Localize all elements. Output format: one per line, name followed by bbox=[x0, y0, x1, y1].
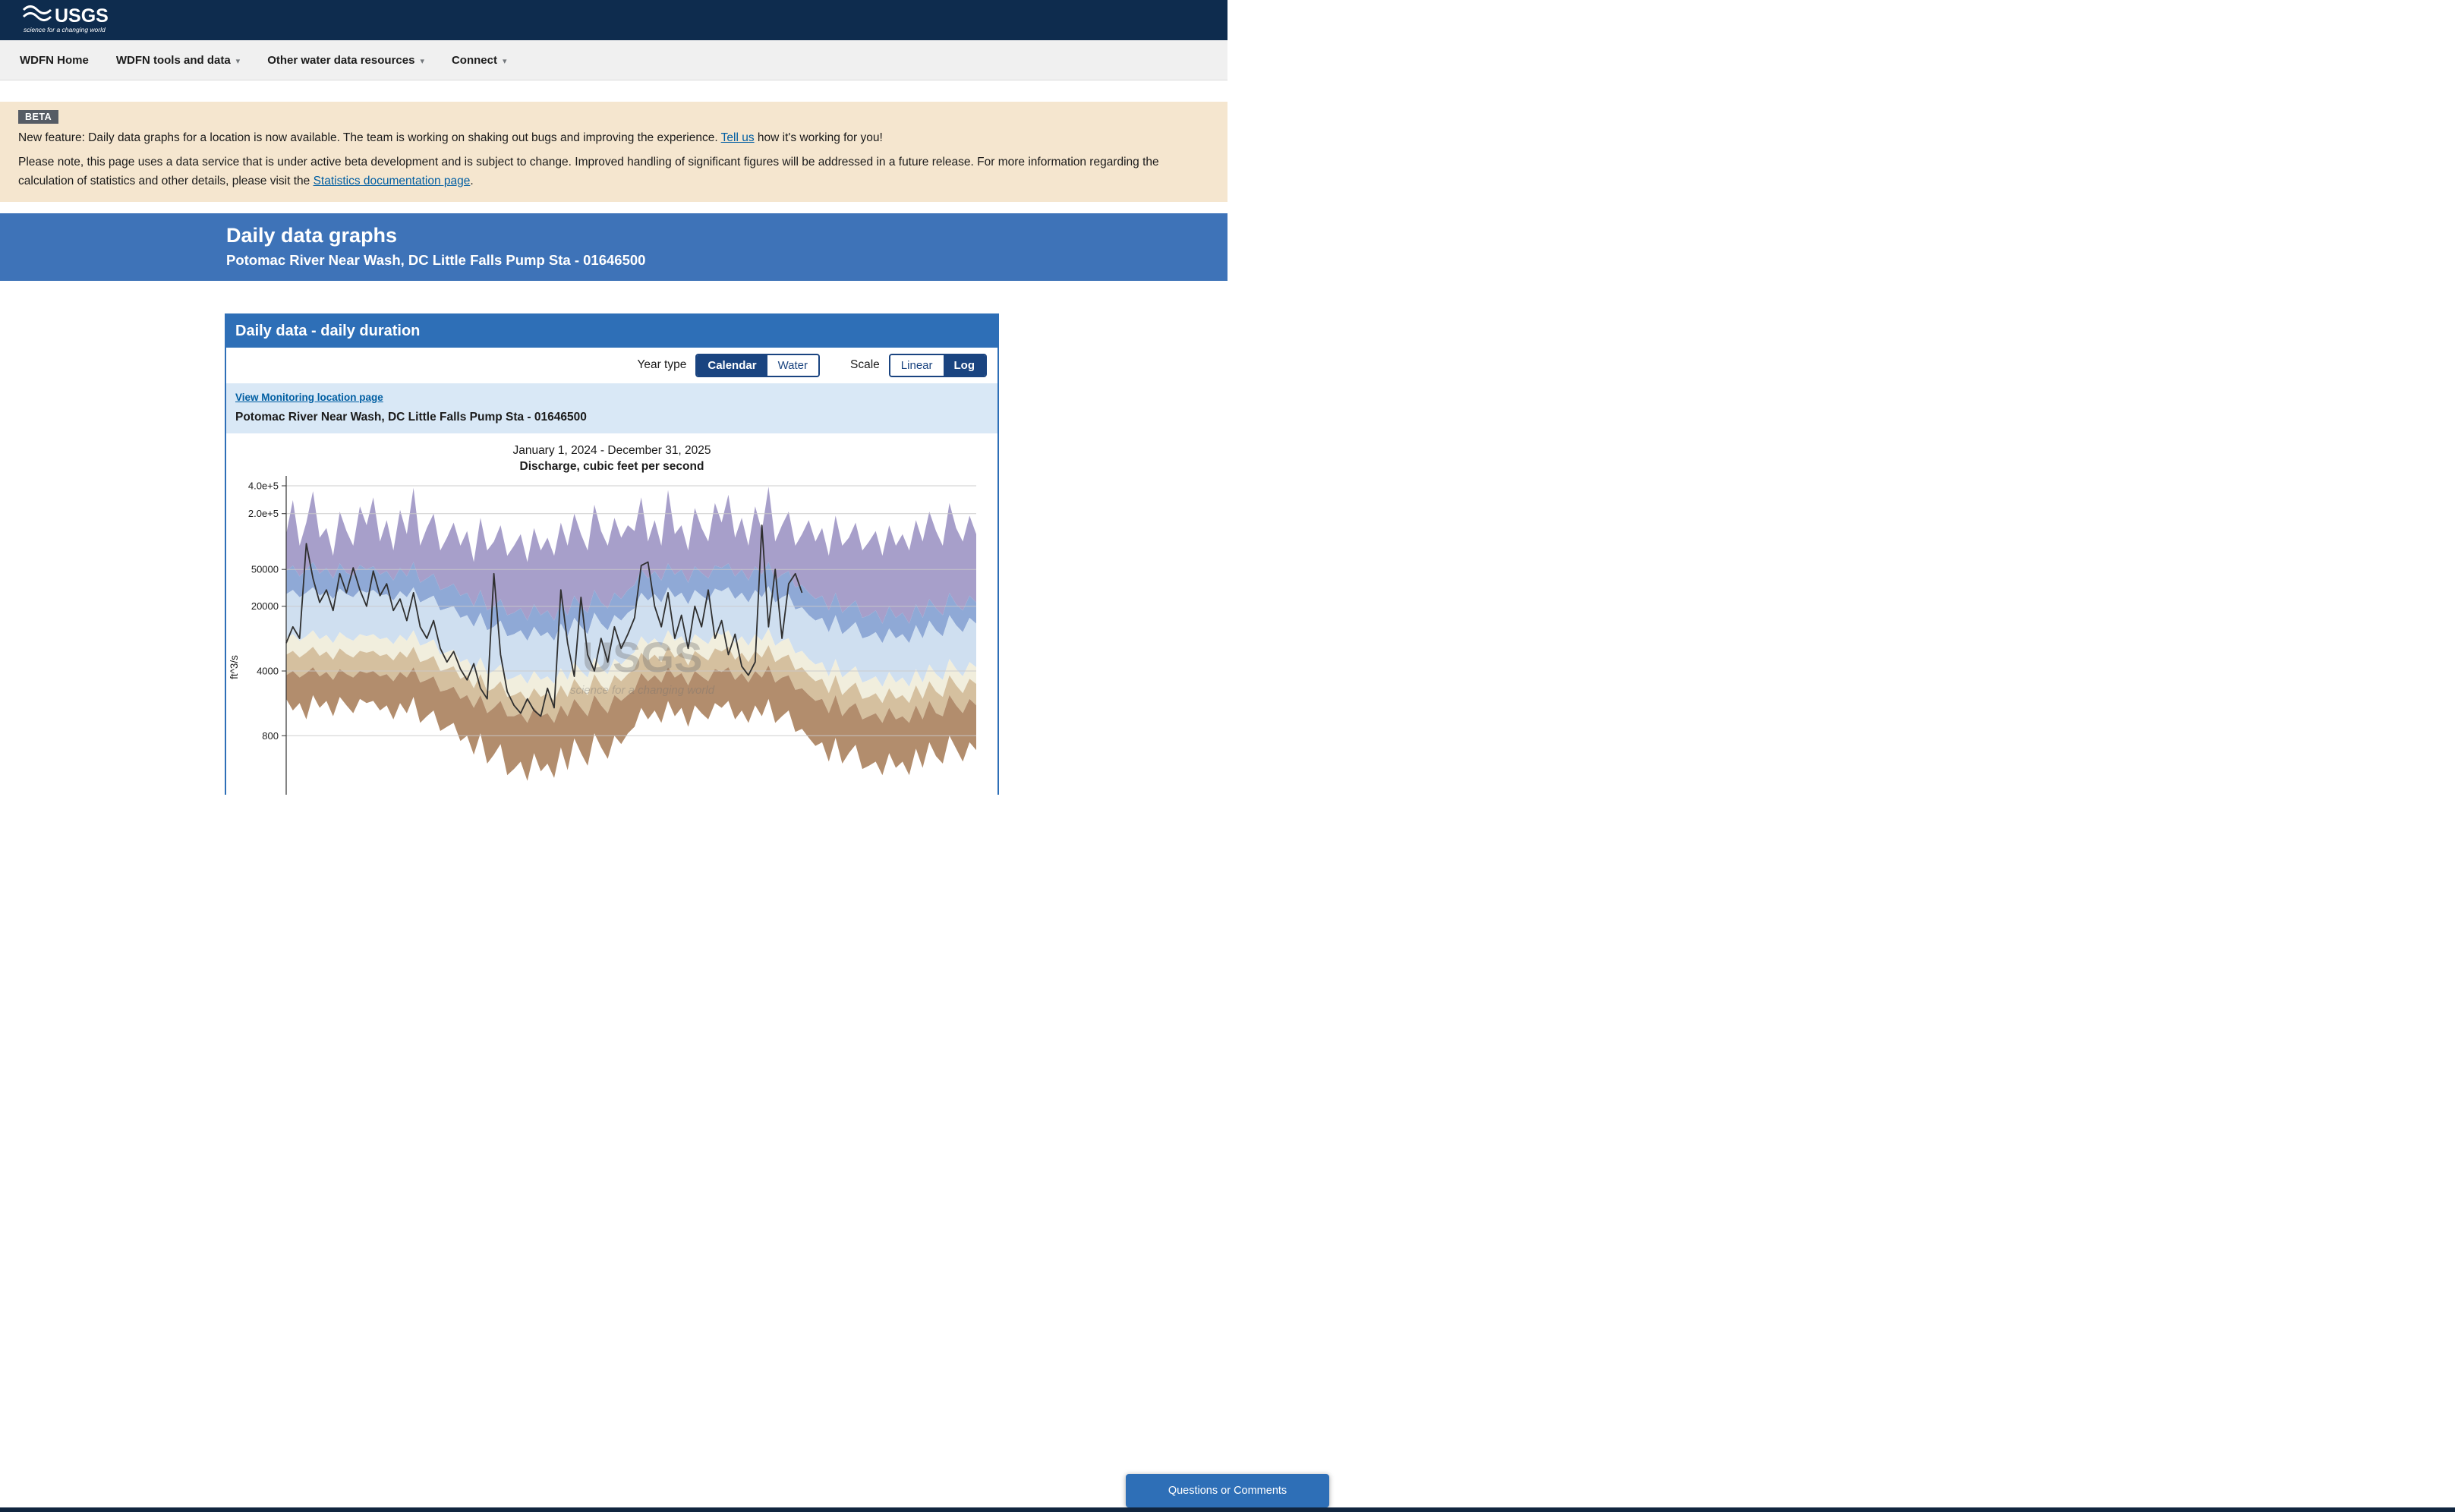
nav-label: WDFN tools and data bbox=[116, 54, 231, 67]
beta-text: . bbox=[470, 175, 473, 187]
scale-linear-button[interactable]: Linear bbox=[890, 355, 944, 376]
year-type-water-button[interactable]: Water bbox=[767, 355, 818, 376]
chevron-down-icon: ▾ bbox=[236, 56, 241, 66]
site-header: USGS science for a changing world bbox=[0, 0, 1228, 40]
statistics-documentation-link[interactable]: Statistics documentation page bbox=[314, 175, 471, 187]
beta-line-2: Please note, this page uses a data servi… bbox=[18, 153, 1207, 191]
chart-parameter-title: Discharge, cubic feet per second bbox=[226, 460, 997, 474]
monitoring-location-link[interactable]: View Monitoring location page bbox=[235, 392, 383, 403]
beta-text: New feature: Daily data graphs for a loc… bbox=[18, 131, 721, 144]
daily-data-card: Daily data - daily duration Year type Ca… bbox=[225, 313, 999, 795]
nav-item-connect[interactable]: Connect ▾ bbox=[452, 54, 507, 67]
year-type-label: Year type bbox=[637, 358, 686, 372]
y-tick-label: 20000 bbox=[251, 600, 279, 612]
hero-banner: Daily data graphs Potomac River Near Was… bbox=[0, 213, 1228, 280]
usgs-logo[interactable]: USGS science for a changing world bbox=[21, 2, 120, 38]
questions-comments-button[interactable]: Questions or Comments bbox=[1126, 1474, 1329, 1507]
scale-log-button[interactable]: Log bbox=[944, 355, 986, 376]
footer-edge bbox=[0, 1507, 2455, 1512]
beta-banner: BETA New feature: Daily data graphs for … bbox=[0, 102, 1228, 202]
wave-icon bbox=[24, 7, 51, 20]
page-title: Daily data graphs bbox=[226, 224, 1228, 247]
chart-date-range: January 1, 2024 - December 31, 2025 bbox=[226, 444, 997, 458]
nav-label: Connect bbox=[452, 54, 497, 67]
station-name: Potomac River Near Wash, DC Little Falls… bbox=[235, 411, 988, 424]
scale-label: Scale bbox=[850, 358, 880, 372]
usgs-logo-graphic: USGS science for a changing world bbox=[21, 2, 120, 34]
usgs-logo-tagline: science for a changing world bbox=[24, 26, 106, 33]
main-content: Daily data - daily duration Year type Ca… bbox=[0, 313, 1228, 795]
beta-badge: BETA bbox=[18, 110, 58, 124]
y-tick-label: 4000 bbox=[257, 665, 279, 676]
main-nav: WDFN Home WDFN tools and data ▾ Other wa… bbox=[0, 40, 1228, 80]
nav-label: Other water data resources bbox=[267, 54, 414, 67]
beta-text: how it's working for you! bbox=[755, 131, 883, 144]
year-type-calendar-button[interactable]: Calendar bbox=[697, 355, 767, 376]
usgs-watermark-tagline: science for a changing world bbox=[570, 684, 715, 697]
usgs-logo-text: USGS bbox=[55, 5, 109, 27]
nav-label: WDFN Home bbox=[20, 54, 89, 67]
station-subtitle: Potomac River Near Wash, DC Little Falls… bbox=[226, 252, 1228, 269]
scale-toggle: Linear Log bbox=[889, 354, 987, 377]
y-tick-label: 2.0e+5 bbox=[248, 508, 279, 519]
beta-text: Please note, this page uses a data servi… bbox=[18, 156, 1159, 187]
chevron-down-icon: ▾ bbox=[503, 56, 507, 66]
y-tick-label: 800 bbox=[262, 729, 279, 741]
nav-item-wdfn-tools-and-data[interactable]: WDFN tools and data ▾ bbox=[116, 54, 240, 67]
y-tick-label: 50000 bbox=[251, 563, 279, 575]
y-axis-title: ft^3/s bbox=[228, 654, 240, 679]
location-info: View Monitoring location page Potomac Ri… bbox=[226, 383, 997, 433]
chart-controls: Year type Calendar Water Scale Linear Lo… bbox=[226, 348, 997, 383]
duration-hydrograph-chart[interactable]: USGSscience for a changing world4.0e+52.… bbox=[228, 476, 995, 795]
chevron-down-icon: ▾ bbox=[420, 56, 424, 66]
chart-area: January 1, 2024 - December 31, 2025 Disc… bbox=[226, 433, 997, 795]
beta-line-1: New feature: Daily data graphs for a loc… bbox=[18, 129, 1207, 148]
nav-item-wdfn-home[interactable]: WDFN Home bbox=[20, 54, 89, 67]
card-header: Daily data - daily duration bbox=[226, 315, 997, 348]
tell-us-link[interactable]: Tell us bbox=[721, 131, 755, 144]
y-tick-label: 4.0e+5 bbox=[248, 480, 279, 491]
nav-item-other-water-data-resources[interactable]: Other water data resources ▾ bbox=[267, 54, 424, 67]
year-type-toggle: Calendar Water bbox=[695, 354, 820, 377]
